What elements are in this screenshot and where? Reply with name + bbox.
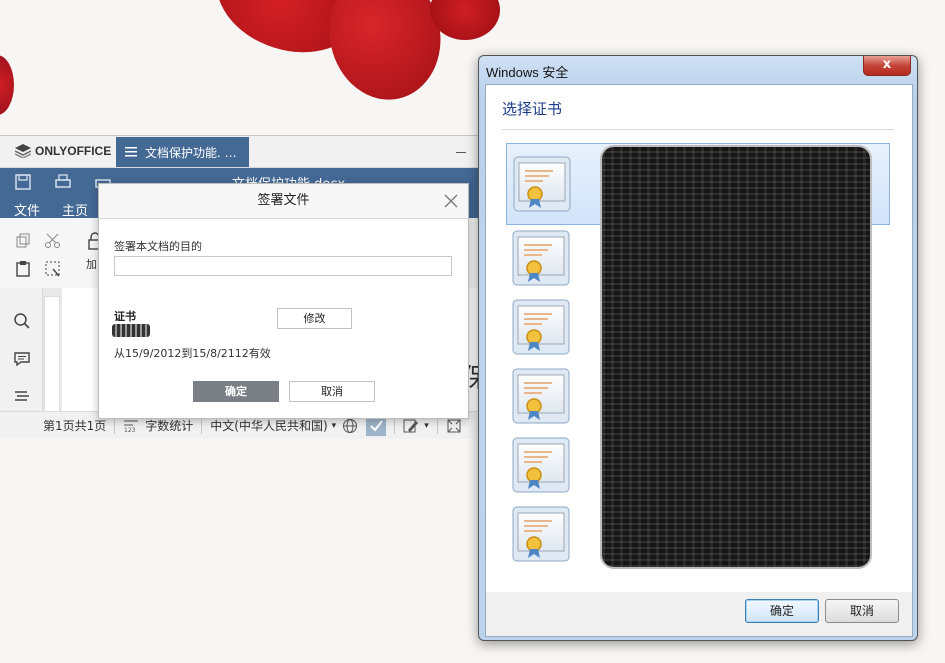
fit-page-icon[interactable]: [446, 418, 462, 434]
print-icon[interactable]: [54, 173, 72, 191]
sign-document-dialog: 签署文件 签署本文档的目的 证书 从15/9/2012到15/8/2112有效 …: [98, 183, 469, 419]
save-icon[interactable]: [14, 173, 32, 191]
status-separator: [201, 417, 203, 434]
cancel-button[interactable]: 取消: [825, 599, 899, 623]
windows-security-dialog: Windows 安全 x 选择证书 确定 取消: [478, 55, 918, 641]
dialog-footer: 确定 取消: [485, 592, 913, 637]
select-certificate-heading: 选择证书: [502, 100, 563, 118]
dialog-title: 签署文件: [99, 184, 468, 219]
certificate-icon: [512, 230, 570, 286]
menu-home[interactable]: 主页: [62, 200, 88, 219]
layers-icon: [15, 144, 31, 158]
cancel-button[interactable]: 取消: [289, 381, 375, 402]
app-name: ONLYOFFICE: [35, 144, 112, 158]
status-separator: [394, 417, 396, 434]
left-sidebar: [0, 288, 43, 411]
certificate-icon: [512, 368, 570, 424]
page-info[interactable]: 第1页共1页: [43, 417, 106, 434]
divider: [502, 129, 894, 130]
ok-button[interactable]: 确定: [745, 599, 819, 623]
track-changes-icon[interactable]: [403, 418, 421, 434]
search-icon[interactable]: [13, 312, 31, 330]
status-separator: [114, 417, 116, 434]
paste-icon[interactable]: [14, 260, 32, 278]
word-count-icon: 123: [124, 420, 139, 433]
purpose-label: 签署本文档的目的: [114, 240, 202, 253]
redacted-certificate-name: [112, 324, 150, 337]
chevron-down-icon: ▾: [424, 420, 429, 431]
onlyoffice-logo: ONLYOFFICE: [15, 144, 111, 158]
select-all-icon[interactable]: [44, 260, 62, 278]
ribbon-partial-label: 加: [86, 258, 97, 271]
window-title: Windows 安全: [486, 65, 569, 80]
vertical-ruler: [44, 296, 60, 413]
cut-icon[interactable]: [44, 232, 62, 250]
language-selector[interactable]: 中文(中华人民共和国): [210, 417, 327, 434]
close-icon[interactable]: [444, 194, 458, 208]
document-lines-icon: [125, 147, 137, 157]
tab-bar: ONLYOFFICE 文档保护功能. …: [0, 136, 478, 168]
flower-petal: [430, 0, 500, 40]
comment-icon[interactable]: [13, 350, 31, 368]
certificate-icon: [512, 437, 570, 493]
copy-icon[interactable]: [14, 232, 32, 250]
certificate-validity: 从15/9/2012到15/8/2112有效: [114, 347, 271, 360]
dialog-content: 选择证书: [485, 84, 913, 594]
certificate-list[interactable]: [506, 143, 890, 569]
purpose-input[interactable]: [114, 256, 452, 276]
edit-certificate-button[interactable]: 修改: [277, 308, 352, 329]
certificate-label: 证书: [114, 310, 136, 323]
chevron-down-icon: ▾: [331, 420, 337, 431]
menu-file[interactable]: 文件: [14, 200, 40, 219]
certificate-icon: [512, 299, 570, 355]
globe-icon[interactable]: [342, 418, 358, 434]
certificate-icon: [513, 156, 571, 212]
redacted-certificate-details: [600, 145, 872, 569]
menu-bar: 文件 主页: [14, 200, 88, 219]
document-tab[interactable]: 文档保护功能. …: [116, 137, 249, 167]
minimize-button[interactable]: [456, 152, 466, 153]
status-separator: [436, 417, 438, 434]
word-count-button[interactable]: 字数统计: [145, 417, 193, 434]
flower-petal: [0, 55, 14, 115]
close-button[interactable]: x: [863, 56, 911, 76]
certificate-icon: [512, 506, 570, 562]
ok-button[interactable]: 确定: [193, 381, 279, 402]
svg-text:123: 123: [124, 427, 136, 433]
document-tab-title: 文档保护功能. …: [145, 145, 237, 160]
navigation-icon[interactable]: [13, 388, 31, 406]
